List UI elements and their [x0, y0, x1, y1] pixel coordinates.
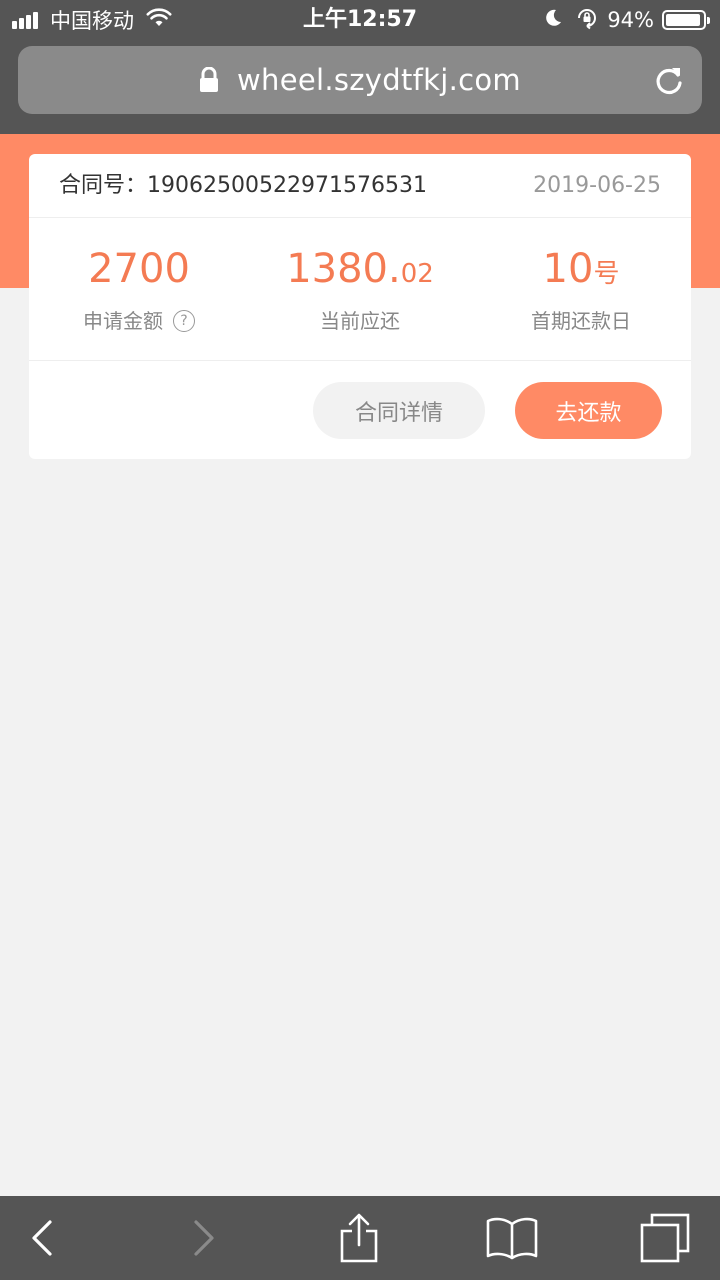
browser-address-area: wheel.szydtfkj.com — [0, 40, 720, 134]
first-due-day-value: 10号 — [471, 244, 691, 299]
forward-icon[interactable] — [176, 1210, 232, 1266]
address-bar[interactable]: wheel.szydtfkj.com — [18, 46, 702, 114]
stat-amount: 2700 申请金额 ? — [29, 218, 249, 361]
battery-icon — [662, 10, 710, 30]
current-due-value: 1380.02 — [250, 244, 470, 299]
card-actions: 合同详情 去还款 — [29, 361, 691, 459]
current-due-decimal: 02 — [400, 259, 434, 289]
current-due-main: 1380. — [286, 246, 401, 292]
contract-number-value: 19062500522971576531 — [147, 173, 427, 198]
stats-row: 2700 申请金额 ? 1380.02 当前应还 10号 首期还款日 — [29, 218, 691, 361]
tabs-icon[interactable] — [637, 1210, 693, 1266]
status-bar: 中国移动 上午12:57 94% — [0, 0, 720, 40]
first-due-day-unit: 号 — [593, 259, 620, 289]
contract-date: 2019-06-25 — [533, 173, 661, 198]
contract-label: 合同号： — [59, 173, 148, 198]
moon-icon — [543, 8, 563, 32]
url-text: wheel.szydtfkj.com — [237, 63, 521, 97]
contract-number: 合同号：19062500522971576531 — [59, 170, 427, 202]
first-due-day-main: 10 — [542, 246, 594, 292]
amount-value: 2700 — [88, 246, 190, 292]
carrier-name: 中国移动 — [50, 9, 134, 33]
amount-label: 申请金额 — [83, 309, 163, 333]
current-due-label: 当前应还 — [320, 309, 400, 333]
browser-toolbar — [0, 1196, 720, 1280]
battery-percent: 94% — [607, 8, 654, 32]
contract-header: 合同号：19062500522971576531 2019-06-25 — [29, 154, 691, 218]
lock-icon — [199, 67, 219, 93]
contract-detail-button[interactable]: 合同详情 — [313, 382, 485, 439]
help-icon[interactable]: ? — [173, 310, 195, 332]
wifi-icon — [146, 8, 172, 32]
first-due-day-label: 首期还款日 — [531, 309, 631, 333]
contract-card: 合同号：19062500522971576531 2019-06-25 2700… — [29, 154, 691, 459]
rotation-lock-icon — [575, 6, 599, 34]
reload-icon[interactable] — [652, 64, 686, 98]
back-icon[interactable] — [14, 1210, 70, 1266]
pay-button[interactable]: 去还款 — [515, 382, 662, 439]
share-icon[interactable] — [331, 1210, 387, 1266]
stat-first-due-day: 10号 首期还款日 — [471, 218, 691, 361]
bookmarks-icon[interactable] — [484, 1210, 540, 1266]
signal-icon — [12, 11, 40, 29]
stat-current-due: 1380.02 当前应还 — [250, 218, 470, 361]
